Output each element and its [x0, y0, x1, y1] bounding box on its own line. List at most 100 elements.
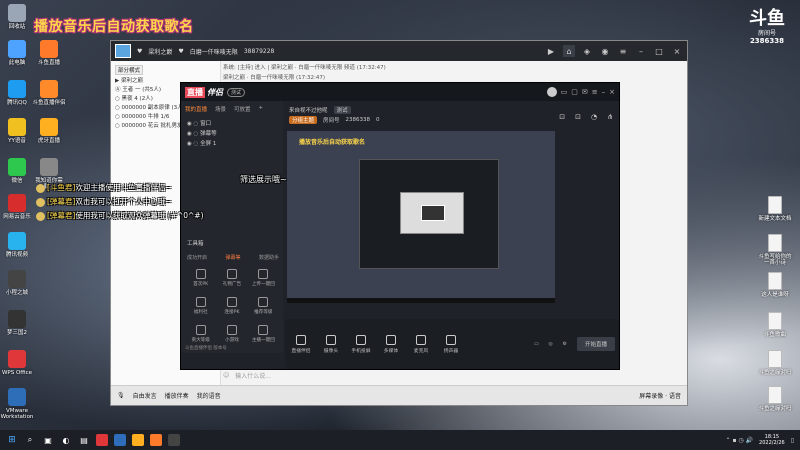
desktop-icon[interactable]: 小程之城: [0, 270, 34, 296]
windows-start-icon[interactable]: ⊞: [6, 434, 18, 446]
close-button[interactable]: ×: [671, 45, 683, 57]
tool-item[interactable]: 上传一键回: [248, 269, 279, 287]
category-chip[interactable]: 分组主题: [289, 116, 318, 124]
accompany-button[interactable]: 播放伴奏: [165, 391, 189, 400]
edge-icon[interactable]: ◐: [60, 434, 72, 446]
mail-icon[interactable]: ✉: [582, 88, 588, 96]
maximize-button[interactable]: □: [653, 45, 665, 57]
tool-tab[interactable]: 数据助手: [259, 254, 279, 261]
source-button[interactable]: 扬声器: [439, 334, 463, 354]
desktop-icon[interactable]: 斗鱼直播: [32, 40, 66, 66]
tool-item[interactable]: 推荐等级: [248, 297, 279, 315]
game-icon[interactable]: ◈: [581, 45, 593, 57]
start-live-button[interactable]: 开始直播: [576, 337, 615, 351]
lock-icon[interactable]: ⊡: [559, 113, 565, 121]
mic-icon[interactable]: 🎙: [117, 392, 125, 399]
record-icon[interactable]: ▶: [545, 45, 557, 57]
scene-item[interactable]: ◉ ◌ 窗口: [181, 117, 283, 127]
view-mode-tag[interactable]: 部分横式: [115, 65, 144, 75]
source-button[interactable]: 麦克风: [409, 334, 433, 354]
tab-sources[interactable]: 可放置: [234, 105, 251, 113]
test-chip[interactable]: 测试: [333, 106, 351, 114]
tool-item[interactable]: 福利社: [185, 297, 216, 315]
search-icon[interactable]: ⌕: [24, 434, 36, 446]
desktop-icon[interactable]: 梦三国2: [0, 310, 34, 336]
lock-icon[interactable]: ⊡: [575, 113, 581, 121]
tool-tab[interactable]: 成功开启: [187, 254, 207, 261]
taskbar-app-icon[interactable]: [132, 434, 144, 446]
settings-icon[interactable]: ≡: [592, 88, 598, 96]
room-number: 2386338: [749, 37, 785, 45]
source-button[interactable]: 多媒体: [379, 334, 403, 354]
desktop-icon[interactable]: 腾讯视频: [0, 232, 34, 258]
tab-scenes[interactable]: 场景: [215, 105, 226, 113]
taskbar-clock[interactable]: 18:15 2022/2/26: [759, 434, 785, 447]
desktop-icon[interactable]: 微信: [0, 158, 34, 184]
source-button[interactable]: 手机投屏: [349, 334, 373, 354]
screen-record-button[interactable]: 屏幕录像 · 语音: [639, 391, 681, 400]
chat-input[interactable]: 输入什么说...: [235, 371, 271, 380]
desktop-icon[interactable]: 回收站: [0, 4, 34, 30]
user-icon[interactable]: ◉: [599, 45, 611, 57]
free-speak-button[interactable]: 自由发言: [133, 391, 157, 400]
tool-item[interactable]: 连接PK: [216, 297, 247, 315]
tool-item[interactable]: 礼物广告: [216, 269, 247, 287]
gear-icon[interactable]: ⚙: [563, 342, 567, 347]
preview-taskbar: [287, 298, 555, 303]
user-avatar[interactable]: [546, 87, 557, 97]
desktop-icon[interactable]: VMware Workstation: [0, 388, 34, 420]
minimize-icon[interactable]: –: [602, 88, 606, 96]
taskbar-app-icon[interactable]: [150, 434, 162, 446]
tv-icon[interactable]: ▭: [561, 88, 568, 96]
home-icon[interactable]: ⌂: [563, 45, 575, 57]
desktop-file-icon[interactable]: 斗鱼歌曲: [758, 312, 792, 338]
desktop-icon[interactable]: WPS Office: [0, 350, 34, 376]
chat-icon[interactable]: ▢: [571, 88, 578, 96]
desktop-file-icon[interactable]: 斗鱼写给你的一首小诗: [758, 234, 792, 266]
stream-preview[interactable]: 播放音乐后自动获取歌名: [287, 131, 555, 303]
taskbar-app-icon[interactable]: [168, 434, 180, 446]
eye-icon[interactable]: ◎: [548, 342, 552, 347]
add-scene-icon[interactable]: +: [259, 105, 264, 113]
desktop-icon[interactable]: YY语音: [0, 118, 34, 144]
desktop-icon[interactable]: 虎牙直播: [32, 118, 66, 144]
desktop-icon[interactable]: 腾讯QQ: [0, 80, 34, 106]
menu-icon[interactable]: ≡: [617, 45, 629, 57]
scene-item[interactable]: ◉ ◌ 全屏 1: [181, 137, 283, 147]
tab-my-live[interactable]: 我的直播: [185, 105, 207, 113]
tray-icons[interactable]: ⌃ ▪ ◷ 🔊: [726, 437, 754, 444]
source-button[interactable]: 直播伴侣: [289, 334, 313, 354]
bell-icon[interactable]: ◔: [591, 113, 597, 121]
close-icon[interactable]: ×: [609, 88, 615, 96]
tool-tab[interactable]: 弹幕等: [225, 254, 240, 261]
emoji-icon[interactable]: ☺: [223, 372, 229, 379]
document-icon: [768, 312, 782, 330]
stream-title[interactable]: 来自视不过他呢: [289, 106, 328, 114]
channel-avatar[interactable]: [115, 44, 131, 58]
notification-icon[interactable]: ▯: [791, 437, 794, 444]
tool-item[interactable]: 小游戏: [216, 325, 247, 343]
my-voice-button[interactable]: 我的语音: [197, 391, 221, 400]
tool-item[interactable]: 首次PK: [185, 269, 216, 287]
taskbar-app-icon[interactable]: [114, 434, 126, 446]
task-view-icon[interactable]: ▣: [42, 434, 54, 446]
desktop-icon[interactable]: 斗鱼直播伴侣: [32, 80, 66, 106]
explorer-icon[interactable]: ▤: [78, 434, 90, 446]
minimize-button[interactable]: –: [635, 45, 647, 57]
desktop-icon[interactable]: 网易云音乐: [0, 194, 34, 220]
desktop-icon[interactable]: 此电脑: [0, 40, 34, 66]
tool-item[interactable]: 主播一键回: [248, 325, 279, 343]
desktop-file-icon[interactable]: 斗鱼之缘对吗: [758, 386, 792, 412]
source-icon: [446, 334, 456, 345]
scene-item[interactable]: ◉ ◌ 弹幕等: [181, 127, 283, 137]
camera-icon[interactable]: ▭: [534, 342, 539, 347]
source-button[interactable]: 摄像头: [319, 334, 343, 354]
desktop-icon-label: 网易云音乐: [3, 214, 31, 220]
desktop-file-icon[interactable]: 新建文本文档: [758, 196, 792, 222]
desktop-file-icon[interactable]: 斗鱼之缘对吗: [758, 350, 792, 376]
tool-item[interactable]: 贡大等级: [185, 325, 216, 343]
test-badge: 测试: [227, 87, 246, 97]
share-icon[interactable]: ⋔: [607, 113, 613, 121]
taskbar-app-icon[interactable]: [96, 434, 108, 446]
desktop-file-icon[interactable]: 这人是谁呀: [758, 272, 792, 298]
